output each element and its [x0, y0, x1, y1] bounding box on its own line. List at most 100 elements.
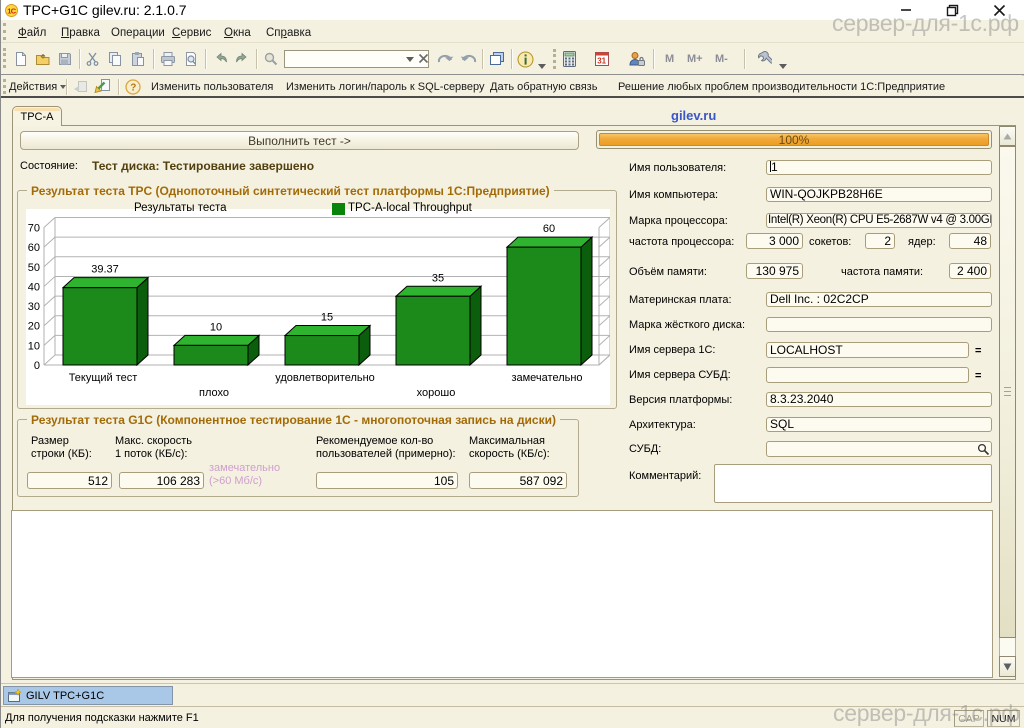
new-document-icon[interactable] — [13, 51, 29, 67]
legend-swatch — [332, 203, 345, 215]
computer-field[interactable]: WIN-QOJKPB28H6E — [766, 187, 992, 202]
write-icon[interactable] — [94, 78, 111, 94]
status-bar: Для получения подсказки нажмите F1 CAP N… — [1, 706, 1024, 728]
search-dropdown-icon[interactable] — [403, 53, 416, 65]
clear-search-icon[interactable] — [418, 53, 429, 64]
user-field[interactable]: 1 — [766, 160, 992, 175]
redo-icon[interactable] — [234, 51, 250, 67]
memory-plus-button[interactable]: M+ — [687, 53, 703, 65]
memory-field[interactable]: 130 975 — [746, 263, 803, 279]
menu-service[interactable]: Сервис — [172, 27, 211, 39]
find-next-icon[interactable] — [436, 51, 454, 67]
copy-icon[interactable] — [107, 51, 123, 67]
change-sql-login-button[interactable]: Изменить логин/пароль к SQL-серверу — [286, 81, 485, 93]
paste-icon[interactable] — [130, 51, 146, 67]
srvsql-label: Имя сервера СУБД: — [629, 369, 731, 381]
form-scrollbar[interactable] — [999, 126, 1016, 677]
window-tab-gilv[interactable]: GILV TPC+G1C — [3, 686, 173, 705]
save-icon[interactable] — [57, 51, 73, 67]
g1c-users-field[interactable]: 105 — [316, 472, 458, 489]
scrollbar-thumb[interactable] — [999, 146, 1016, 638]
calendar-icon[interactable]: 31 — [594, 51, 610, 67]
svg-text:плохо: плохо — [199, 387, 229, 399]
menu-windows[interactable]: Окна — [224, 27, 251, 39]
print-preview-icon[interactable] — [183, 51, 199, 67]
srvsql-field[interactable] — [766, 367, 969, 383]
hdd-label: Марка жёсткого диска: — [629, 319, 746, 331]
g1c-verdict-note: замечательно (>60 Мб/с) — [209, 462, 281, 487]
menu-help[interactable]: Справка — [266, 27, 311, 39]
dbms-label: СУБД: — [629, 443, 662, 455]
close-button[interactable] — [985, 0, 1013, 20]
undo-icon[interactable] — [213, 51, 229, 67]
g1c-maxspeed1-field[interactable]: 106 283 — [119, 472, 204, 489]
sockets-field[interactable]: 2 — [865, 233, 895, 249]
cut-icon[interactable] — [85, 51, 101, 67]
g1c-maxspeed-field[interactable]: 587 092 — [469, 472, 567, 489]
title-bar: 1 C TPC+G1C gilev.ru: 2.1.0.7 — [1, 0, 1024, 20]
svg-text:0: 0 — [34, 360, 40, 372]
g1c-maxspeed-label: Максимальная скорость (КБ/с): — [469, 435, 550, 460]
dbms-search-icon[interactable] — [977, 443, 990, 456]
wrench-dropdown-icon[interactable] — [779, 60, 787, 72]
svg-text:C: C — [11, 7, 17, 16]
cpu-field[interactable]: Intel(R) Xeon(R) CPU E5-2687W v4 @ 3.00G… — [766, 213, 992, 228]
toolbar-separator — [511, 49, 513, 69]
help-icon[interactable]: ? — [125, 79, 141, 95]
chart-title: Результаты теста — [134, 202, 227, 214]
menu-operations[interactable]: Операции — [111, 27, 165, 39]
cores-field[interactable]: 48 — [949, 233, 991, 249]
log-list[interactable] — [11, 510, 993, 678]
solutions-button[interactable]: Решение любых проблем производительности… — [618, 81, 945, 93]
scroll-down-icon[interactable] — [999, 656, 1016, 677]
toolbar-separator — [118, 79, 120, 95]
calculator-icon[interactable] — [562, 51, 578, 67]
hdd-field[interactable] — [766, 317, 992, 332]
comment-field[interactable] — [714, 464, 992, 503]
svg-text:удовлетворительно: удовлетворительно — [275, 372, 375, 384]
cpufreq-field[interactable]: 3 000 — [746, 233, 803, 249]
toolbar-grip[interactable] — [3, 48, 6, 68]
menu-edit[interactable]: Правка — [61, 27, 100, 39]
actions-menu-button[interactable]: Действия — [9, 81, 67, 93]
arch-field[interactable]: SQL — [766, 417, 992, 432]
mainboard-label: Материнская плата: — [629, 294, 732, 306]
memory-minus-button[interactable]: M- — [715, 53, 728, 65]
user-label: Имя пользователя: — [629, 162, 727, 174]
settings-wrench-icon[interactable] — [755, 51, 772, 67]
toolbar-separator — [653, 49, 655, 69]
gilev-link[interactable]: gilev.ru — [671, 108, 716, 123]
g1c-maxspeed1-label: Макс. скорость 1 поток (КБ/с): — [115, 435, 193, 460]
menubar-grip[interactable] — [3, 23, 6, 40]
tab-tpc-a[interactable]: TPC-A — [12, 106, 62, 126]
memfreq-field[interactable]: 2 400 — [949, 263, 991, 279]
platform-field[interactable]: 8.3.23.2040 — [766, 392, 992, 407]
g1c-rowsize-field[interactable]: 512 — [27, 472, 112, 489]
feedback-button[interactable]: Дать обратную связь — [490, 81, 597, 93]
toolbar-separator — [256, 49, 258, 69]
scroll-up-icon[interactable] — [999, 126, 1016, 146]
info-dropdown-icon[interactable] — [538, 60, 546, 72]
restore-button[interactable] — [938, 0, 966, 20]
memory-recall-button[interactable]: M — [665, 53, 674, 65]
info-icon[interactable] — [517, 51, 534, 68]
menu-file[interactable]: Файл — [18, 27, 46, 39]
find-previous-icon[interactable] — [460, 51, 477, 67]
minimize-button[interactable] — [892, 0, 920, 20]
svg-text:хорошо: хорошо — [417, 387, 456, 399]
user-lock-icon[interactable] — [628, 51, 645, 67]
actionsbar-grip[interactable] — [3, 79, 6, 94]
srv1c-equals: = — [975, 345, 982, 357]
dbms-field[interactable] — [766, 441, 992, 457]
srv1c-field[interactable]: LOCALHOST — [766, 342, 969, 358]
mainboard-field[interactable]: Dell Inc. : 02C2CP — [766, 292, 992, 307]
windows-list-icon[interactable] — [488, 51, 504, 67]
toolbar-grip-2[interactable] — [553, 49, 556, 69]
run-test-button[interactable]: Выполнить тест -> — [20, 131, 579, 150]
search-input[interactable] — [284, 50, 429, 68]
change-user-button[interactable]: Изменить пользователя — [151, 81, 273, 93]
open-file-icon[interactable] — [35, 51, 51, 67]
print-icon[interactable] — [160, 51, 176, 67]
scrollbar-track[interactable] — [999, 638, 1016, 656]
search-icon[interactable] — [263, 51, 279, 67]
